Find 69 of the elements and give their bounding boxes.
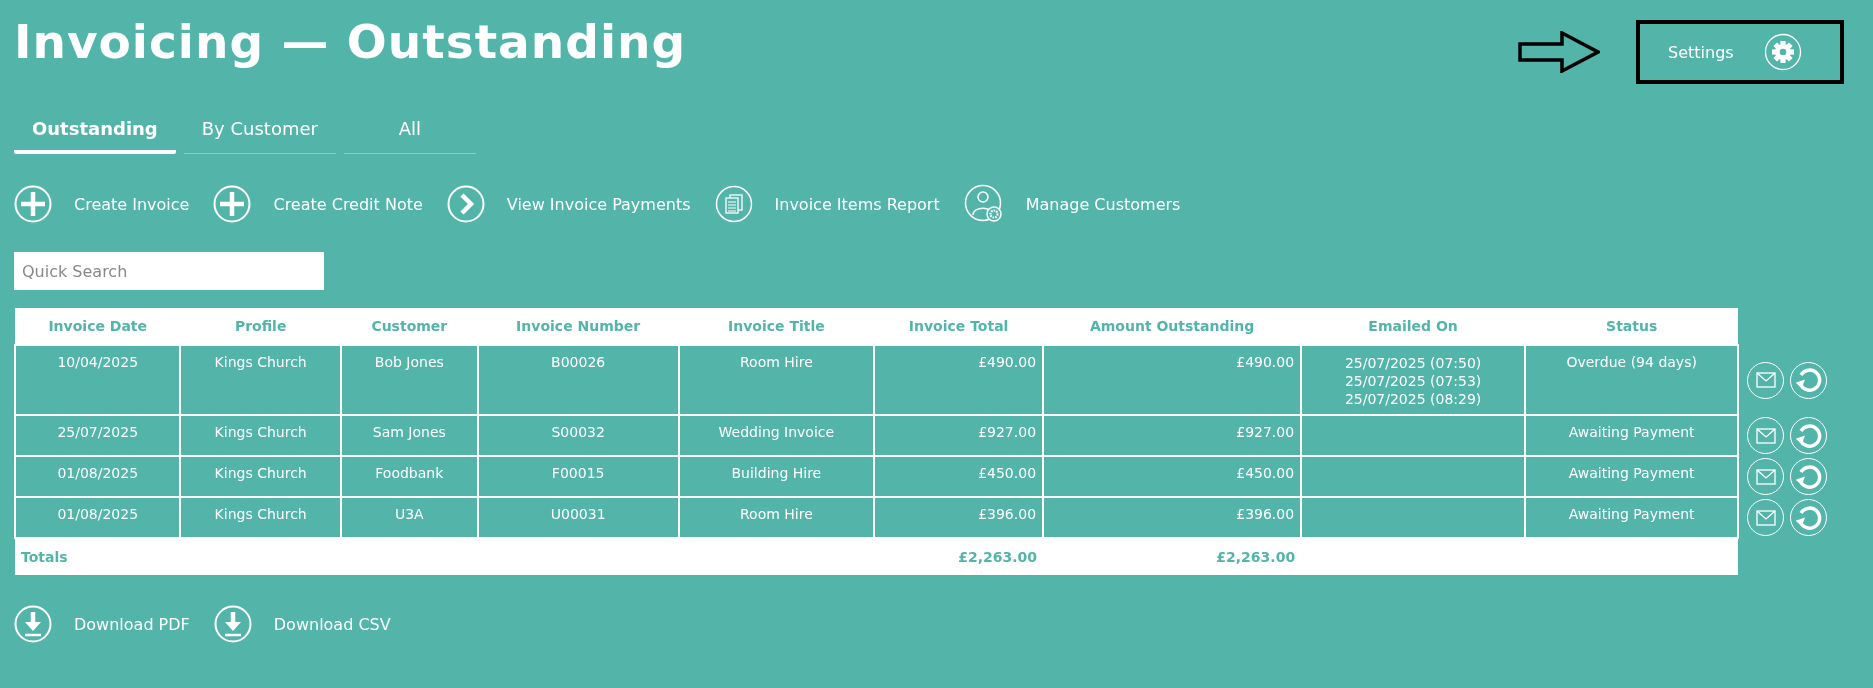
column-header: Status [1525, 308, 1739, 345]
plus-icon [213, 185, 252, 223]
documents-icon [714, 185, 753, 223]
column-header: Amount Outstanding [1043, 308, 1302, 345]
total-value: £2,263.00 [1043, 538, 1302, 575]
table-cell: Bob Jones [340, 345, 478, 415]
table-cell: B00026 [477, 345, 679, 415]
envelope-icon [1755, 509, 1776, 526]
refresh-icon [1794, 462, 1823, 491]
email-date: 25/07/2025 (07:53) [1343, 372, 1483, 390]
table-cell: Wedding Invoice [678, 415, 875, 456]
table-cell: Overdue (94 days) [1525, 345, 1739, 415]
table-cell: F00015 [477, 456, 679, 497]
table-cell: 25/07/2025 [15, 415, 181, 456]
table-cell: £927.00 [1043, 415, 1302, 456]
page-title: Invoicing — Outstanding [14, 14, 687, 69]
table-cell: Kings Church [180, 415, 341, 456]
annotation-arrow-icon [1518, 31, 1600, 73]
table-cell: Kings Church [180, 456, 341, 497]
action-link[interactable]: Create Credit Note [213, 185, 423, 223]
table-cell: £450.00 [1043, 456, 1302, 497]
column-header: Invoice Date [15, 308, 181, 345]
envelope-icon [1755, 372, 1776, 388]
download-link[interactable]: Download CSV [213, 605, 391, 643]
tab[interactable]: By Customer [183, 108, 336, 154]
refresh-icon [1794, 503, 1823, 532]
column-header: Invoice Number [477, 308, 679, 345]
total-value: £2,263.00 [874, 538, 1044, 575]
column-header: Invoice Title [678, 308, 875, 345]
column-header: Customer [340, 308, 478, 345]
refresh-icon [1794, 421, 1823, 450]
chevron-icon [446, 185, 485, 223]
table-cell: Foodbank [340, 456, 478, 497]
search-field[interactable]: Quick Search [14, 252, 324, 290]
envelope-icon [1755, 427, 1776, 444]
action-link[interactable]: Create Invoice [14, 185, 190, 223]
table-cell: Awaiting Payment [1525, 456, 1739, 497]
totals-label: Totals [15, 538, 181, 575]
table-cell: £490.00 [874, 345, 1044, 415]
tab[interactable]: Outstanding [14, 108, 176, 154]
refresh-icon [1794, 366, 1823, 394]
download-icon [213, 605, 252, 643]
table-cell: £450.00 [874, 456, 1044, 497]
table-cell: Kings Church [180, 345, 341, 415]
plus-icon [14, 185, 52, 223]
email-date: 25/07/2025 (08:29) [1343, 390, 1483, 408]
action-link[interactable]: Manage Customers [963, 184, 1181, 224]
action-link[interactable]: View Invoice Payments [446, 185, 691, 223]
tab[interactable]: All [343, 108, 476, 154]
settings-button[interactable]: Settings [1668, 33, 1802, 71]
download-icon [14, 605, 52, 643]
settings-icon [1763, 33, 1802, 71]
download-link[interactable]: Download PDF [14, 605, 190, 643]
table-cell: 10/04/2025 [15, 345, 181, 415]
table-cell: S00032 [477, 415, 679, 456]
email-date: 25/07/2025 (07:50) [1343, 354, 1483, 372]
action-link[interactable]: Invoice Items Report [714, 185, 940, 223]
envelope-icon [1755, 468, 1776, 485]
table-cell: 01/08/2025 [15, 456, 181, 497]
column-header: Profile [180, 308, 341, 345]
user-gear-icon [963, 184, 1004, 224]
table-cell: £927.00 [874, 415, 1044, 456]
table-cell: Room Hire [678, 345, 875, 415]
column-header: Invoice Total [874, 308, 1044, 345]
table-cell: Sam Jones [340, 415, 478, 456]
column-header: Emailed On [1301, 308, 1526, 345]
table-cell: Awaiting Payment [1525, 415, 1739, 456]
table-cell: £490.00 [1043, 345, 1302, 415]
table-cell: Building Hire [678, 456, 875, 497]
